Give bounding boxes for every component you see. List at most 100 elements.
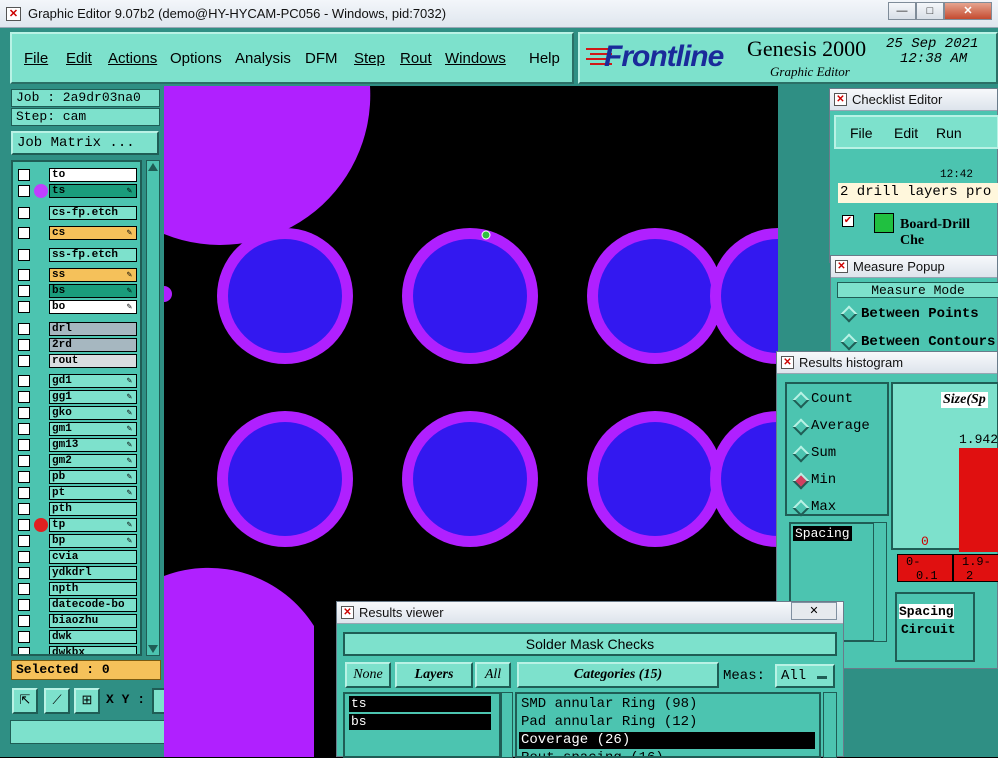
layer-name[interactable]: pb ✎ [49,470,137,484]
layer-row[interactable]: cs-fp.etch [16,206,140,220]
layer-name[interactable]: bp ✎ [49,534,137,548]
layer-name[interactable]: ss-fp.etch [49,248,137,262]
layer-checkbox[interactable] [18,487,30,499]
layer-row[interactable]: bs ✎ [16,284,140,298]
layer-name[interactable]: to [49,168,137,182]
scroll-up-icon[interactable] [148,163,158,171]
checklist-menu-run[interactable]: Run [936,125,962,141]
layer-row[interactable]: gg1 ✎ [16,390,140,404]
layer-row[interactable]: cvia [16,550,140,564]
between-points-label[interactable]: Between Points [861,306,979,322]
layer-name[interactable]: gm2 ✎ [49,454,137,468]
layer-name[interactable]: ts ✎ [49,184,137,198]
layer-row[interactable]: to [16,168,140,182]
measure-tool-button[interactable]: ⟋ [44,688,70,714]
layer-name[interactable]: bo ✎ [49,300,137,314]
layer-checkbox[interactable] [18,583,30,595]
category-circuit[interactable]: Circuit [901,622,956,637]
max-radio[interactable] [792,499,810,517]
min-radio[interactable] [792,472,810,490]
layer-row[interactable]: pth [16,502,140,516]
layer-checkbox[interactable] [18,355,30,367]
layer-checkbox[interactable] [18,249,30,261]
grid-snap-button[interactable]: ⊞ [74,688,100,714]
category-spacing[interactable]: Spacing [899,604,954,619]
layer-name[interactable]: pth [49,502,137,516]
max-label[interactable]: Max [811,499,836,515]
layer-checkbox[interactable] [18,615,30,627]
layer-row[interactable]: bo ✎ [16,300,140,314]
layer-checkbox[interactable] [18,503,30,515]
layers-button[interactable]: Layers [395,662,473,688]
checklist-item-label[interactable]: Board-Drill Che [900,217,997,249]
scroll-down-icon[interactable] [148,645,158,653]
layer-row[interactable]: ss-fp.etch [16,248,140,262]
layer-name[interactable]: gd1 ✎ [49,374,137,388]
menu-rout[interactable]: Rout [400,50,432,67]
layer-row[interactable]: cs ✎ [16,226,140,240]
checklist-editor-title[interactable]: Checklist Editor ✕ [830,89,997,111]
menu-file[interactable]: File [24,50,48,67]
layer-row[interactable]: pb ✎ [16,470,140,484]
layer-row[interactable]: gd1 ✎ [16,374,140,388]
layer-name[interactable]: gko ✎ [49,406,137,420]
layer-checkbox[interactable] [18,599,30,611]
layer-checkbox[interactable] [18,391,30,403]
min-label[interactable]: Min [811,472,836,488]
layer-checkbox[interactable] [18,269,30,281]
checklist-menu-file[interactable]: File [850,125,873,141]
none-button[interactable]: None [345,662,391,688]
menu-windows[interactable]: Windows [445,50,506,67]
histogram-list-item[interactable]: Spacing [793,526,852,541]
layer-name[interactable]: pt ✎ [49,486,137,500]
layer-checkbox[interactable] [18,551,30,563]
layer-row[interactable]: 2rd [16,338,140,352]
histogram-bin-1[interactable]: 0- 0.1 [897,554,953,583]
layer-name[interactable]: ss ✎ [49,268,137,282]
layer-row[interactable]: ts ✎ [16,184,140,198]
measure-popup-title[interactable]: Measure Popup ✕ [831,256,997,278]
layer-name[interactable]: cvia [49,550,137,564]
histogram-list-scrollbar[interactable] [873,522,887,642]
result-category-item[interactable]: SMD annular Ring (98) [519,696,815,713]
minimize-button[interactable]: — [888,2,916,20]
average-label[interactable]: Average [811,418,870,434]
menu-options[interactable]: Options [170,50,222,67]
all-button[interactable]: All [475,662,511,688]
layer-name[interactable]: bs ✎ [49,284,137,298]
menu-analysis[interactable]: Analysis [235,50,291,67]
menu-edit[interactable]: Edit [66,50,92,67]
layer-checkbox[interactable] [18,535,30,547]
results-layer-scrollbar[interactable] [501,692,513,758]
layer-name[interactable]: dwk [49,630,137,644]
layer-checkbox[interactable] [18,207,30,219]
layer-name[interactable]: npth [49,582,137,596]
layer-row[interactable]: bp ✎ [16,534,140,548]
meas-dropdown[interactable]: All [775,664,835,688]
layer-checkbox[interactable] [18,631,30,643]
layer-row[interactable]: gm1 ✎ [16,422,140,436]
layer-row[interactable]: rout [16,354,140,368]
layer-row[interactable]: gm13 ✎ [16,438,140,452]
sum-radio[interactable] [792,445,810,463]
checklist-item-checkbox[interactable]: ✔ [842,215,854,227]
layer-checkbox[interactable] [18,323,30,335]
layer-checkbox[interactable] [18,227,30,239]
result-layer-item[interactable]: ts [349,696,491,712]
layer-row[interactable]: biaozhu [16,614,140,628]
layer-name[interactable]: dwkbx [49,646,137,654]
categories-button[interactable]: Categories (15) [517,662,719,688]
menu-step[interactable]: Step [354,50,385,67]
layer-row[interactable]: dwkbx [16,646,140,654]
layer-checkbox[interactable] [18,519,30,531]
results-close-button[interactable]: ✕ [791,602,837,620]
close-button[interactable]: ✕ [944,2,992,20]
average-radio[interactable] [792,418,810,436]
menu-actions[interactable]: Actions [108,50,157,67]
between-points-radio[interactable] [840,305,858,323]
layer-row[interactable]: npth [16,582,140,596]
histogram-bar[interactable] [959,448,998,552]
layer-row[interactable]: gm2 ✎ [16,454,140,468]
layer-name[interactable]: datecode-bo [49,598,137,612]
layer-row[interactable]: ss ✎ [16,268,140,282]
